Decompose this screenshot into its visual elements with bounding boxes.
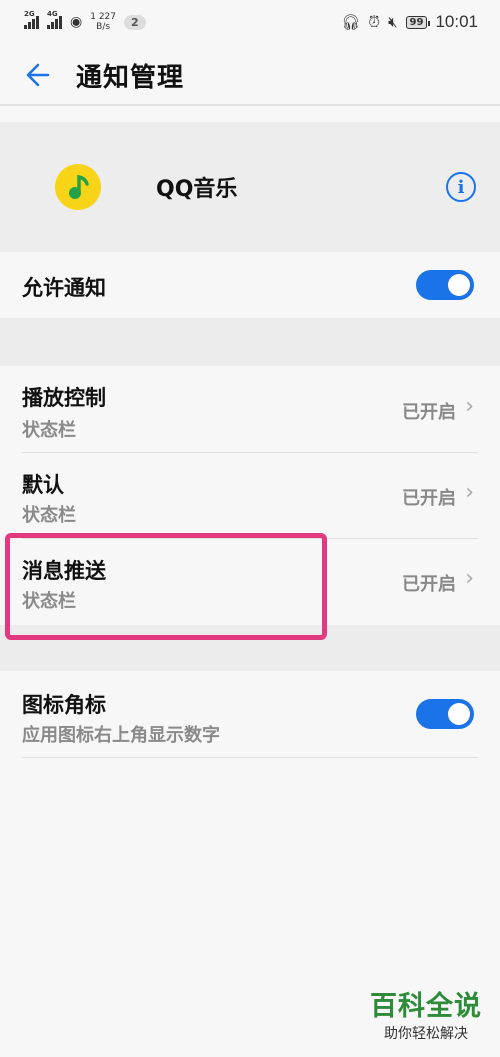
watermark-main: 百科全说 [370, 991, 482, 1022]
status-right: 🎧︎ ⏰︎ 🔇︎ 99 10:01 [341, 12, 478, 32]
alarm-icon: ⏰︎ [368, 13, 381, 31]
signal-2-icon: 4G [47, 10, 62, 29]
music-note-icon [69, 174, 89, 199]
channel-subtitle: 状态栏 [22, 505, 76, 526]
back-button[interactable] [20, 57, 56, 93]
qq-music-app-icon [55, 164, 101, 210]
status-left: 2G 4G ◉ 1 227 B/s 2 [24, 10, 146, 32]
badge-title: 图标角标 [22, 693, 106, 717]
notification-count-badge: 2 [124, 14, 146, 30]
header-divider [0, 104, 500, 106]
app-header: 通知管理 [0, 44, 500, 106]
channel-status: 已开启 [402, 574, 456, 595]
divider [22, 757, 478, 758]
chevron-right-icon: › [465, 480, 474, 505]
channel-status: 已开启 [402, 402, 456, 423]
channel-title: 默认 [22, 473, 64, 497]
network-speed: 1 227 B/s [90, 12, 117, 32]
status-bar: 2G 4G ◉ 1 227 B/s 2 🎧︎ ⏰︎ 🔇︎ 99 10:01 [0, 0, 500, 44]
channel-title: 播放控制 [22, 386, 106, 410]
arrow-left-icon [26, 63, 50, 87]
hotspot-icon: ◉ [70, 14, 83, 30]
channel-subtitle: 状态栏 [22, 420, 76, 441]
watermark-sub: 助你轻松解决 [384, 1026, 468, 1042]
channel-status: 已开启 [402, 488, 456, 509]
page-title: 通知管理 [76, 62, 185, 93]
app-info-card: QQ音乐 i [0, 122, 500, 252]
app-name: QQ音乐 [156, 177, 238, 202]
badge-toggle[interactable] [416, 699, 474, 729]
mute-icon: 🔇︎ [388, 13, 398, 31]
headphones-icon: 🎧︎ [341, 13, 361, 31]
allow-notifications-toggle[interactable] [416, 270, 474, 300]
badge-row[interactable]: 图标角标 应用图标右上角显示数字 [0, 671, 500, 757]
battery-indicator: 99 [405, 15, 431, 29]
chevron-right-icon: › [465, 566, 474, 591]
allow-notifications-row[interactable]: 允许通知 [0, 252, 500, 318]
signal-1-icon: 2G [24, 10, 39, 29]
highlight-box [5, 533, 327, 640]
channel-row-default[interactable]: 默认 状态栏 已开启 › [0, 453, 500, 539]
info-icon[interactable]: i [446, 172, 476, 202]
chevron-right-icon: › [465, 394, 474, 419]
section-gap [0, 318, 500, 366]
badge-subtitle: 应用图标右上角显示数字 [22, 725, 220, 746]
clock: 10:01 [435, 12, 478, 31]
allow-notifications-label: 允许通知 [22, 276, 106, 300]
channel-row-playback[interactable]: 播放控制 状态栏 已开启 › [0, 366, 500, 452]
watermark-logo: 百科全说 助你轻松解决 [370, 984, 482, 1043]
